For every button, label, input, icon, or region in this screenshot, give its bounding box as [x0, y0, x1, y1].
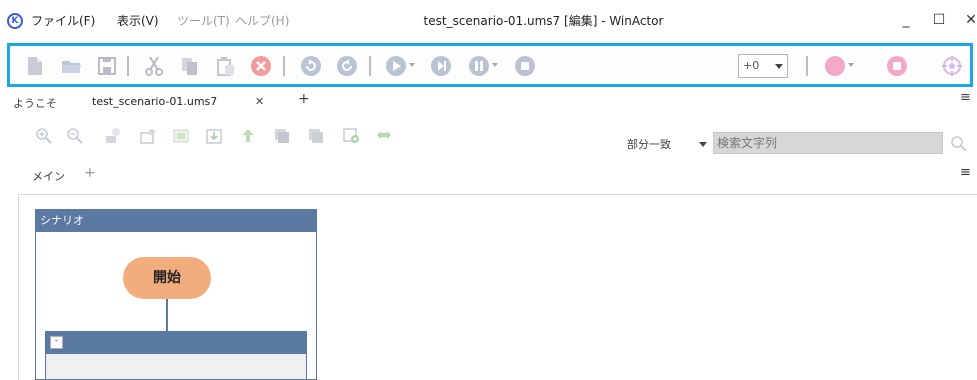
toolbar-separator	[369, 56, 371, 76]
copy-icon[interactable]	[179, 55, 201, 77]
play-dropdown-icon[interactable]	[409, 63, 415, 67]
open-folder-icon[interactable]	[60, 55, 82, 77]
delete-icon[interactable]	[250, 55, 272, 77]
record-icon[interactable]	[824, 55, 846, 77]
group-header: -	[46, 332, 306, 354]
tab-scenario-file[interactable]: test_scenario-01.ums7	[92, 95, 217, 108]
collapse-button[interactable]: -	[50, 336, 63, 349]
tabs-overflow-icon[interactable]: ≡	[960, 90, 971, 105]
new-file-icon[interactable]	[24, 55, 46, 77]
search-icon[interactable]	[950, 135, 968, 153]
copy-block-icon[interactable]	[273, 127, 291, 145]
subtab-add-icon[interactable]: +	[84, 165, 96, 181]
record-stop-icon[interactable]	[886, 55, 908, 77]
cut-icon[interactable]	[143, 55, 165, 77]
title-bar: K ファイル(F) 表示(V) ツール(T) ヘルプ(H) test_scena…	[0, 0, 977, 42]
chevron-down-icon	[775, 64, 783, 69]
maximize-button[interactable]: ☐	[926, 8, 952, 32]
tab-add-icon[interactable]: +	[298, 91, 310, 107]
paste-icon[interactable]	[215, 55, 237, 77]
chevron-down-icon	[699, 142, 707, 147]
tab-close-icon[interactable]: ✕	[255, 95, 264, 108]
zoom-out-icon[interactable]	[66, 127, 84, 145]
toolbar-separator	[127, 56, 129, 76]
tab-welcome[interactable]: ようこそ	[13, 95, 57, 111]
close-button[interactable]: ✕	[958, 8, 977, 32]
start-node[interactable]: 開始	[123, 257, 211, 299]
play-icon[interactable]	[385, 55, 407, 77]
add-node-icon[interactable]	[139, 127, 157, 145]
window-title: test_scenario-01.ums7 [編集] - WinActor	[423, 14, 664, 28]
flow-connector	[166, 299, 168, 331]
save-icon[interactable]	[96, 55, 118, 77]
add-child-icon[interactable]	[342, 127, 360, 145]
target-icon[interactable]	[941, 55, 963, 77]
export-icon[interactable]	[205, 127, 223, 145]
undo-icon[interactable]	[300, 55, 322, 77]
winactor-window: K ファイル(F) 表示(V) ツール(T) ヘルプ(H) test_scena…	[0, 0, 977, 380]
toolbar-separator	[806, 56, 808, 76]
subtabs-overflow-icon[interactable]: ≡	[960, 165, 971, 180]
scenario-header: シナリオ	[36, 210, 316, 232]
paste-block-icon[interactable]	[307, 127, 325, 145]
search-input[interactable]	[713, 132, 943, 154]
pause-dropdown-icon[interactable]	[492, 63, 498, 67]
toolbar-separator	[283, 56, 285, 76]
record-dropdown-icon[interactable]	[848, 63, 854, 67]
pause-icon[interactable]	[468, 55, 490, 77]
minimize-button[interactable]: _	[893, 8, 919, 32]
group-block[interactable]: -	[45, 331, 307, 380]
speed-select[interactable]: +0	[738, 54, 788, 78]
search-mode-select[interactable]: 部分一致	[627, 134, 711, 156]
redo-icon[interactable]	[336, 55, 358, 77]
add-variable-icon[interactable]	[104, 127, 122, 145]
zoom-in-icon[interactable]	[35, 127, 53, 145]
search-mode-value: 部分一致	[627, 138, 671, 151]
speed-value: +0	[743, 59, 760, 72]
move-icon[interactable]	[239, 127, 257, 145]
main-toolbar: +0	[7, 43, 973, 87]
import-icon[interactable]	[172, 127, 190, 145]
step-icon[interactable]	[430, 55, 452, 77]
subtab-main[interactable]: メイン	[32, 168, 65, 184]
document-tabs: ようこそ test_scenario-01.ums7 ✕ + ≡	[0, 90, 977, 114]
stop-icon[interactable]	[514, 55, 536, 77]
swap-icon[interactable]	[375, 127, 393, 145]
